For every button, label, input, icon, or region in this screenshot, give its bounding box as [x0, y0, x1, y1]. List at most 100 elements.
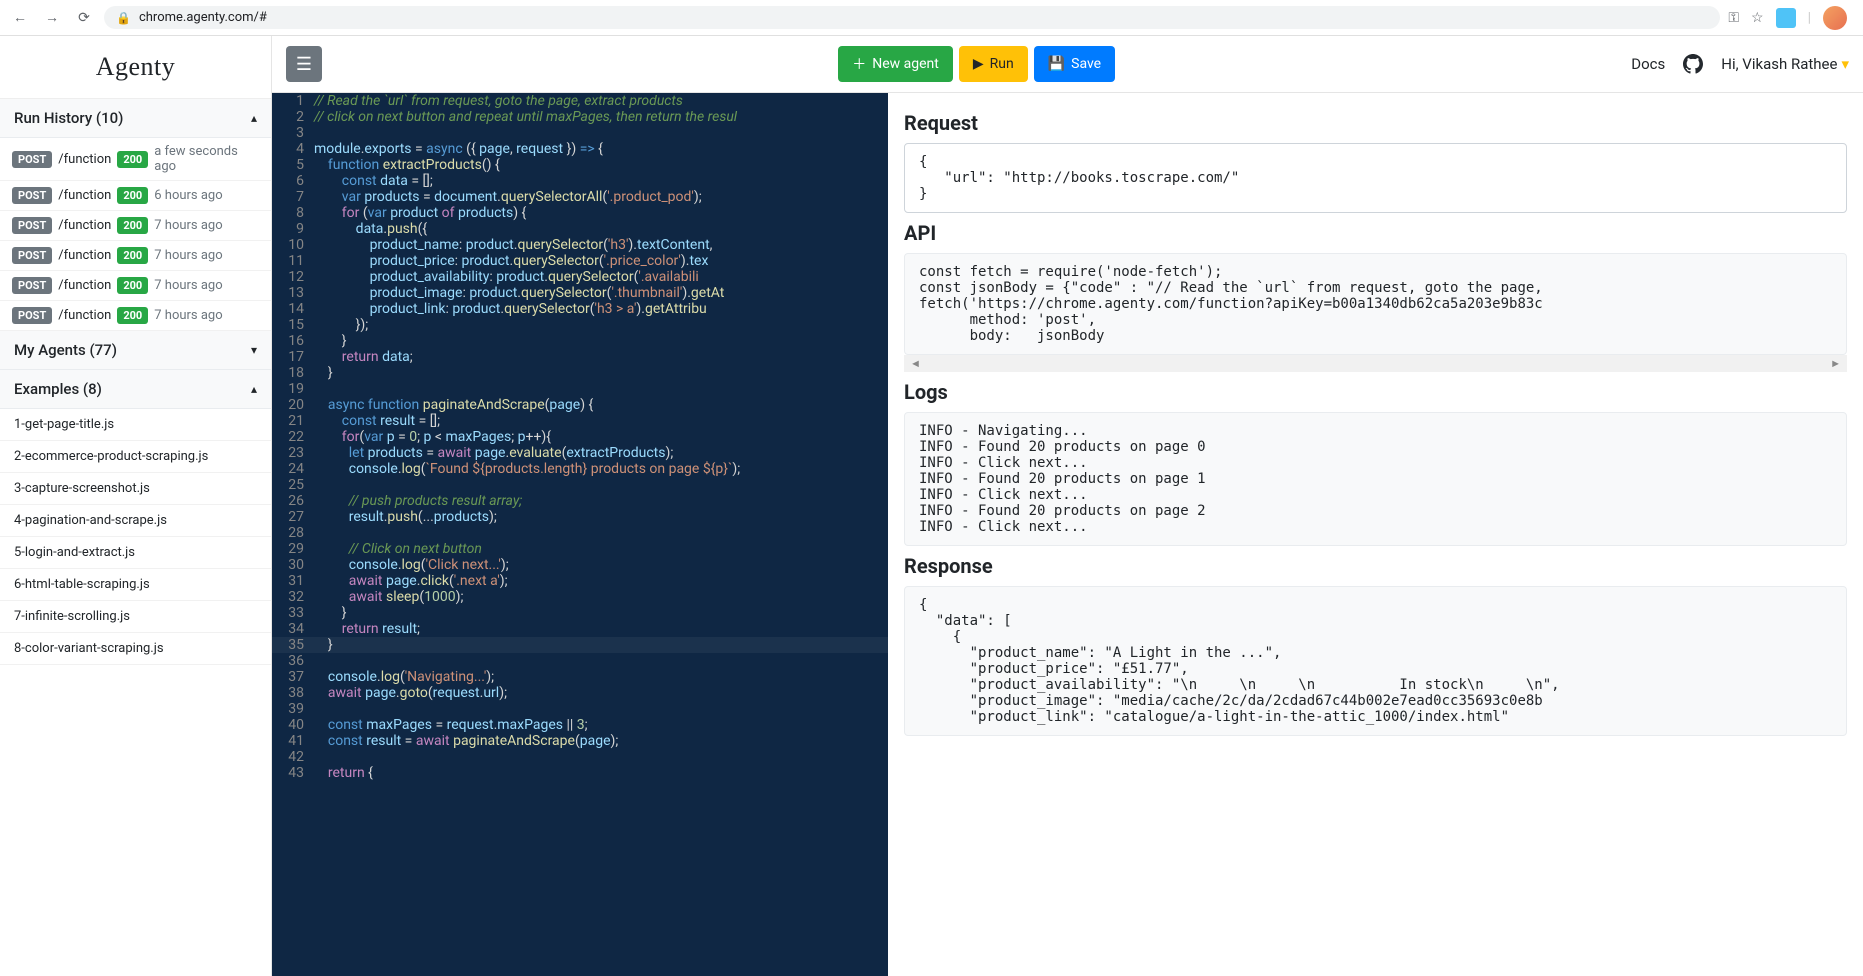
response-title: Response	[904, 554, 1847, 578]
line-number: 40	[272, 717, 314, 733]
history-time: 7 hours ago	[154, 308, 222, 323]
my-agents-title: My Agents (77)	[14, 341, 117, 359]
line-number: 25	[272, 477, 314, 493]
code-line[interactable]: 28	[272, 525, 888, 541]
code-line[interactable]: 2// click on next button and repeat unti…	[272, 109, 888, 125]
line-number: 39	[272, 701, 314, 717]
examples-list: 1-get-page-title.js2-ecommerce-product-s…	[0, 409, 271, 665]
code-line[interactable]: 18 }	[272, 365, 888, 381]
history-time: 7 hours ago	[154, 218, 222, 233]
code-line[interactable]: 14 product_link: product.querySelector('…	[272, 301, 888, 317]
code-editor[interactable]: 1// Read the `url` from request, goto th…	[272, 93, 888, 976]
line-number: 15	[272, 317, 314, 333]
example-item[interactable]: 2-ecommerce-product-scraping.js	[0, 441, 271, 473]
code-line[interactable]: 16 }	[272, 333, 888, 349]
code-line[interactable]: 42	[272, 749, 888, 765]
save-button[interactable]: 💾 Save	[1034, 46, 1115, 82]
request-body[interactable]: { "url": "http://books.toscrape.com/" }	[904, 143, 1847, 213]
examples-header[interactable]: Examples (8) ▴	[0, 370, 271, 409]
line-number: 41	[272, 733, 314, 749]
code-line[interactable]: 17 return data;	[272, 349, 888, 365]
menu-button[interactable]: ☰	[286, 46, 322, 82]
history-item[interactable]: POST /function 200 7 hours ago	[0, 271, 271, 301]
example-item[interactable]: 5-login-and-extract.js	[0, 537, 271, 569]
github-icon[interactable]	[1683, 54, 1703, 74]
code-line[interactable]: 5 function extractProducts() {	[272, 157, 888, 173]
code-line[interactable]: 31 await page.click('.next a');	[272, 573, 888, 589]
forward-button[interactable]: →	[40, 6, 64, 30]
code-line[interactable]: 8 for (var product of products) {	[272, 205, 888, 221]
history-item[interactable]: POST /function 200 7 hours ago	[0, 301, 271, 331]
bookmark-icon[interactable]: ☆	[1751, 10, 1764, 26]
code-line[interactable]: 13 product_image: product.querySelector(…	[272, 285, 888, 301]
back-button[interactable]: ←	[8, 6, 32, 30]
user-menu[interactable]: Hi, Vikash Rathee ▾	[1721, 55, 1849, 73]
api-body[interactable]: const fetch = require('node-fetch'); con…	[904, 253, 1847, 355]
my-agents-header[interactable]: My Agents (77) ▾	[0, 331, 271, 370]
scroll-indicator[interactable]: ◄►	[904, 355, 1847, 372]
code-line[interactable]: 26 // push products result array;	[272, 493, 888, 509]
code-line[interactable]: 37 console.log('Navigating...');	[272, 669, 888, 685]
history-item[interactable]: POST /function 200 7 hours ago	[0, 211, 271, 241]
code-line[interactable]: 36	[272, 653, 888, 669]
code-line[interactable]: 10 product_name: product.querySelector('…	[272, 237, 888, 253]
code-line[interactable]: 22 for(var p = 0; p < maxPages; p++){	[272, 429, 888, 445]
code-line[interactable]: 9 data.push({	[272, 221, 888, 237]
line-number: 33	[272, 605, 314, 621]
example-item[interactable]: 8-color-variant-scraping.js	[0, 633, 271, 665]
run-button[interactable]: ▶ Run	[959, 46, 1028, 82]
code-line[interactable]: 3	[272, 125, 888, 141]
line-number: 9	[272, 221, 314, 237]
new-agent-button[interactable]: ＋ New agent	[838, 46, 953, 82]
code-line[interactable]: 40 const maxPages = request.maxPages || …	[272, 717, 888, 733]
code-line[interactable]: 20 async function paginateAndScrape(page…	[272, 397, 888, 413]
docs-link[interactable]: Docs	[1631, 55, 1665, 73]
history-item[interactable]: POST /function 200 7 hours ago	[0, 241, 271, 271]
code-line[interactable]: 32 await sleep(1000);	[272, 589, 888, 605]
code-line[interactable]: 43 return {	[272, 765, 888, 781]
key-icon[interactable]: ⚿	[1728, 10, 1739, 26]
line-number: 12	[272, 269, 314, 285]
code-line[interactable]: 24 console.log(`Found ${products.length}…	[272, 461, 888, 477]
history-item[interactable]: POST /function 200 6 hours ago	[0, 181, 271, 211]
line-number: 20	[272, 397, 314, 413]
method-badge: POST	[12, 187, 52, 204]
code-line[interactable]: 19	[272, 381, 888, 397]
code-line[interactable]: 12 product_availability: product.querySe…	[272, 269, 888, 285]
code-line[interactable]: 34 return result;	[272, 621, 888, 637]
example-item[interactable]: 1-get-page-title.js	[0, 409, 271, 441]
line-number: 6	[272, 173, 314, 189]
code-line[interactable]: 6 const data = [];	[272, 173, 888, 189]
run-history-header[interactable]: Run History (10) ▴	[0, 99, 271, 138]
code-line[interactable]: 1// Read the `url` from request, goto th…	[272, 93, 888, 109]
example-item[interactable]: 6-html-table-scraping.js	[0, 569, 271, 601]
code-line[interactable]: 29 // Click on next button	[272, 541, 888, 557]
example-item[interactable]: 3-capture-screenshot.js	[0, 473, 271, 505]
code-line[interactable]: 38 await page.goto(request.url);	[272, 685, 888, 701]
code-line[interactable]: 30 console.log('Click next...');	[272, 557, 888, 573]
code-line[interactable]: 33 }	[272, 605, 888, 621]
code-line[interactable]: 41 const result = await paginateAndScrap…	[272, 733, 888, 749]
extension-icon[interactable]	[1776, 8, 1796, 28]
code-line[interactable]: 11 product_price: product.querySelector(…	[272, 253, 888, 269]
code-line[interactable]: 4module.exports = async ({ page, request…	[272, 141, 888, 157]
address-bar[interactable]: 🔒 chrome.agenty.com/#	[104, 6, 1720, 29]
example-item[interactable]: 7-infinite-scrolling.js	[0, 601, 271, 633]
play-icon: ▶	[973, 56, 984, 72]
line-number: 13	[272, 285, 314, 301]
code-line[interactable]: 21 const result = [];	[272, 413, 888, 429]
history-item[interactable]: POST /function 200 a few seconds ago	[0, 138, 271, 181]
line-number: 42	[272, 749, 314, 765]
profile-avatar[interactable]	[1823, 6, 1847, 30]
code-line[interactable]: 25	[272, 477, 888, 493]
code-line[interactable]: 23 let products = await page.evaluate(ex…	[272, 445, 888, 461]
code-line[interactable]: 7 var products = document.querySelectorA…	[272, 189, 888, 205]
code-line[interactable]: 39	[272, 701, 888, 717]
url-text: chrome.agenty.com/#	[139, 10, 267, 25]
code-line[interactable]: 27 result.push(...products);	[272, 509, 888, 525]
code-line[interactable]: 15 });	[272, 317, 888, 333]
reload-button[interactable]: ⟳	[72, 6, 96, 30]
line-number: 31	[272, 573, 314, 589]
example-item[interactable]: 4-pagination-and-scrape.js	[0, 505, 271, 537]
code-line[interactable]: 35 }	[272, 637, 888, 653]
